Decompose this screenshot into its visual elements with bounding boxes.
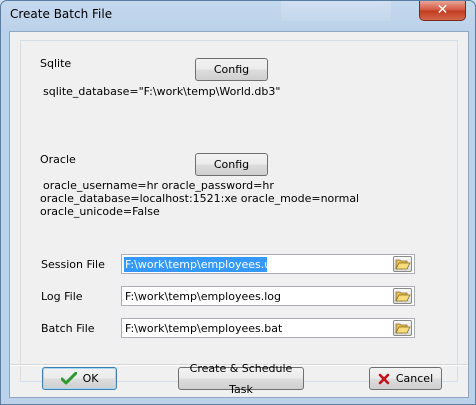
- batch-browse-button[interactable]: [393, 320, 412, 336]
- dialog-client-area: Sqlite Config sqlite_database="F:\work\t…: [9, 31, 469, 398]
- sqlite-config-label: Config: [213, 63, 250, 76]
- log-file-label: Log File: [41, 290, 83, 303]
- create-schedule-task-label: Create & Schedule Task: [189, 361, 293, 396]
- log-file-input[interactable]: [123, 288, 415, 304]
- folder-open-icon: [395, 259, 411, 270]
- session-browse-button[interactable]: [393, 256, 412, 272]
- cross-icon: [378, 373, 390, 384]
- checkmark-icon: [60, 371, 77, 384]
- settings-group: Sqlite Config sqlite_database="F:\work\t…: [20, 40, 458, 382]
- oracle-info-line-3: oracle_unicode=False: [40, 205, 160, 218]
- session-file-input[interactable]: [123, 256, 415, 272]
- create-batch-file-dialog: Create Batch File ✕ Sqlite Config sqlite…: [0, 0, 476, 405]
- title-bar[interactable]: Create Batch File ✕: [1, 1, 475, 29]
- folder-open-icon: [395, 291, 411, 302]
- ok-label: OK: [82, 372, 99, 385]
- window-title: Create Batch File: [10, 7, 113, 21]
- batch-file-field[interactable]: [121, 318, 415, 338]
- oracle-info-line-1: oracle_username=hr oracle_password=hr: [43, 179, 274, 192]
- oracle-config-label: Config: [213, 158, 250, 171]
- cancel-label: Cancel: [395, 372, 434, 385]
- oracle-info-line-2: oracle_database=localhost:1521:xe oracle…: [40, 192, 360, 205]
- log-file-field[interactable]: [121, 286, 415, 306]
- sqlite-label: Sqlite: [40, 57, 72, 70]
- oracle-label: Oracle: [40, 153, 76, 166]
- cancel-button[interactable]: Cancel: [369, 367, 442, 390]
- session-file-label: Session File: [41, 258, 105, 271]
- close-button[interactable]: ✕: [419, 1, 466, 21]
- oracle-config-button[interactable]: Config: [195, 153, 268, 176]
- log-browse-button[interactable]: [393, 288, 412, 304]
- batch-file-label: Batch File: [41, 322, 95, 335]
- ok-button[interactable]: OK: [42, 367, 117, 390]
- close-icon: ✕: [436, 2, 449, 18]
- sqlite-connection-info: sqlite_database="F:\work\temp\World.db3": [43, 85, 281, 98]
- sqlite-config-button[interactable]: Config: [195, 58, 268, 81]
- session-file-field[interactable]: [121, 254, 415, 274]
- title-bar-background-shadow: [281, 1, 391, 21]
- folder-open-icon: [395, 323, 411, 334]
- batch-file-input[interactable]: [123, 320, 415, 336]
- create-schedule-task-button[interactable]: Create & Schedule Task: [178, 362, 304, 396]
